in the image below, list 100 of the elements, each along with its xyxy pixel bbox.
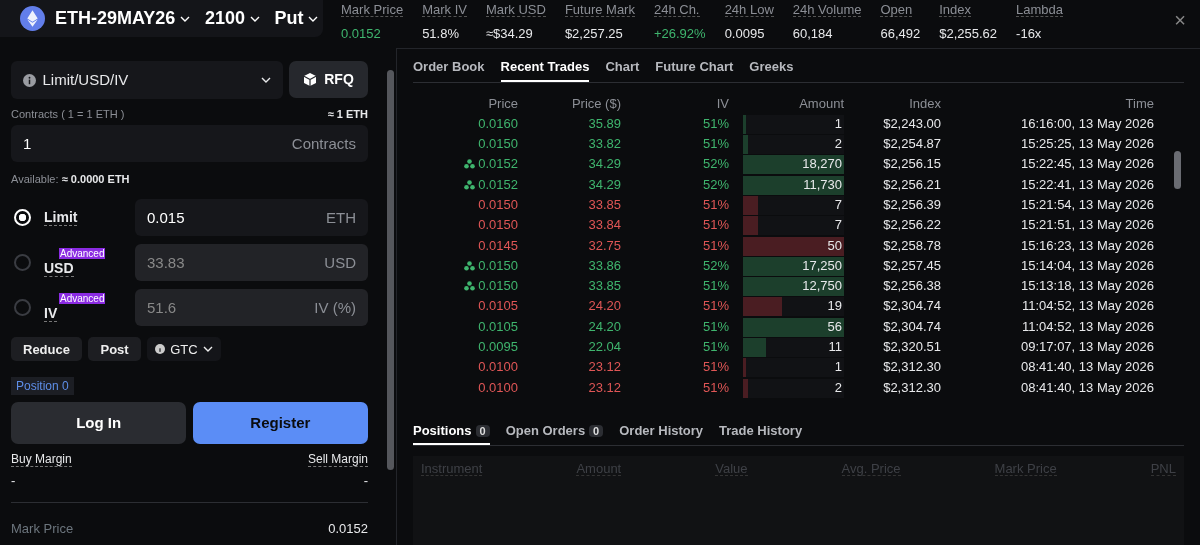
trade-usd-price: 23.12 — [588, 379, 621, 395]
column-header: Index — [909, 95, 941, 111]
order-type-dropdown[interactable]: Limit/USD/IV — [11, 61, 283, 99]
strike-dropdown[interactable]: 2100 — [200, 5, 264, 32]
trade-time: 15:22:45, 13 May 2026 — [1021, 156, 1154, 172]
trade-usd-price: 33.82 — [588, 136, 621, 152]
trade-iv: 51% — [702, 298, 729, 314]
tab[interactable]: Recent Trades — [500, 57, 590, 82]
trade-amount: 19 — [827, 297, 842, 316]
trade-time: 15:14:04, 13 May 2026 — [1021, 257, 1154, 273]
register-button[interactable]: Register — [192, 402, 368, 445]
caret-icon — [249, 15, 260, 22]
metric-label: 24h Ch. — [653, 3, 700, 17]
metric-label: Mark USD — [485, 3, 546, 17]
advanced-badge: Advanced — [59, 248, 106, 260]
trade-price: 0.0105 — [478, 318, 518, 334]
trade-amount: 11,730 — [803, 175, 842, 194]
trade-time: 15:22:41, 13 May 2026 — [1021, 176, 1154, 192]
count-badge: 0 — [589, 424, 604, 437]
trade-price: 0.0152 — [478, 156, 518, 172]
contracts-eth: ≈ 1 ETH — [327, 106, 368, 122]
trade-amount: 1 — [834, 358, 842, 377]
trade-usd-price: 35.89 — [588, 115, 621, 131]
caret-icon — [180, 15, 191, 22]
trade-price: 0.0100 — [478, 379, 518, 395]
trade-price: 0.0145 — [478, 237, 518, 253]
trade-index: $2,256.15 — [883, 156, 941, 172]
option-toggle[interactable]: Post — [88, 337, 141, 362]
margin-label: Sell Margin — [307, 453, 368, 468]
metric-value: 0.0095 — [724, 24, 766, 43]
trade-usd-price: 22.04 — [588, 339, 621, 355]
margin-value: - — [11, 471, 16, 490]
tab[interactable]: Positions 0 — [413, 420, 490, 446]
scrollbar-thumb[interactable] — [1174, 150, 1181, 189]
trade-usd-price: 23.12 — [588, 359, 621, 375]
metric-label: Lambda — [1016, 3, 1064, 17]
metric-label: Open — [880, 3, 913, 17]
trade-index: $2,312.30 — [883, 359, 941, 375]
option-toggle[interactable]: Reduce — [11, 337, 82, 362]
rfq-button[interactable]: RFQ — [289, 61, 368, 98]
trade-time: 15:13:18, 13 May 2026 — [1021, 278, 1154, 294]
metric-value: 66,492 — [880, 24, 921, 43]
tab[interactable]: Trade History — [719, 420, 803, 446]
trade-amount: 50 — [827, 236, 842, 255]
tab[interactable]: Greeks — [749, 57, 794, 82]
caret-icon — [308, 15, 319, 22]
radio-button[interactable] — [14, 254, 31, 272]
unit-label: USD — [324, 253, 356, 274]
trade-time: 16:16:00, 13 May 2026 — [1021, 115, 1154, 131]
advanced-badge: Advanced — [59, 293, 106, 305]
option-type-dropdown[interactable]: Put — [270, 5, 323, 32]
trade-amount: 2 — [834, 378, 842, 397]
trade-iv: 52% — [702, 257, 729, 273]
login-button[interactable]: Log In — [11, 402, 187, 445]
trade-index: $2,254.87 — [883, 136, 941, 152]
trade-time: 15:16:23, 13 May 2026 — [1021, 237, 1154, 253]
column-header: Time — [1125, 95, 1154, 111]
trade-index: $2,257.45 — [883, 257, 941, 273]
instrument-dropdown[interactable]: ETH-29MAY26 — [51, 5, 195, 32]
metric-value: +26.92% — [653, 24, 706, 43]
available-value: ≈ 0.0000 ETH — [61, 172, 130, 185]
trade-time: 08:41:40, 13 May 2026 — [1021, 379, 1154, 395]
trade-usd-price: 34.29 — [588, 176, 621, 192]
column-header: Price — [488, 95, 518, 111]
summary-value: 0.0152 — [328, 520, 368, 538]
tab[interactable]: Future Chart — [655, 57, 734, 82]
scrollbar-thumb[interactable] — [387, 70, 394, 470]
radio-button[interactable] — [14, 299, 31, 317]
tab[interactable]: Chart — [605, 57, 640, 82]
trade-iv: 51% — [702, 197, 729, 212]
unit-label: Contracts — [291, 134, 356, 155]
caret-icon — [260, 77, 271, 83]
time-in-force-dropdown[interactable]: GTC — [147, 337, 221, 362]
trade-time: 15:25:25, 13 May 2026 — [1021, 136, 1154, 152]
count-badge: 0 — [475, 424, 490, 437]
tab[interactable]: Order Book — [413, 57, 485, 82]
trade-index: $2,304.74 — [883, 298, 941, 314]
trade-price: 0.0095 — [478, 339, 518, 355]
trade-iv: 51% — [702, 136, 729, 152]
column-header: Price ($) — [571, 95, 621, 111]
price-mode-label: IV — [44, 306, 58, 323]
trade-amount: 12,750 — [802, 277, 842, 296]
trade-time: 09:17:07, 13 May 2026 — [1021, 339, 1154, 355]
trade-amount: 11 — [828, 338, 842, 357]
info-icon — [155, 344, 166, 355]
price-mode-label: Limit — [44, 209, 78, 226]
margin-value: - — [363, 471, 368, 490]
trade-usd-price: 24.20 — [588, 318, 621, 334]
column-header: IV — [716, 95, 729, 111]
tab[interactable]: Open Orders 0 — [505, 420, 604, 446]
trade-iv: 51% — [702, 339, 729, 355]
caret-icon — [202, 346, 213, 353]
trade-index: $2,256.39 — [883, 197, 941, 212]
trade-price: 0.0150 — [478, 278, 518, 294]
tab[interactable]: Order History — [619, 420, 704, 446]
trade-index: $2,304.74 — [883, 318, 941, 334]
trade-amount: 18,270 — [802, 155, 842, 174]
metric-value: 51.8% — [422, 24, 460, 43]
trade-usd-price: 33.85 — [588, 197, 621, 212]
close-button[interactable]: × — [1168, 4, 1192, 36]
